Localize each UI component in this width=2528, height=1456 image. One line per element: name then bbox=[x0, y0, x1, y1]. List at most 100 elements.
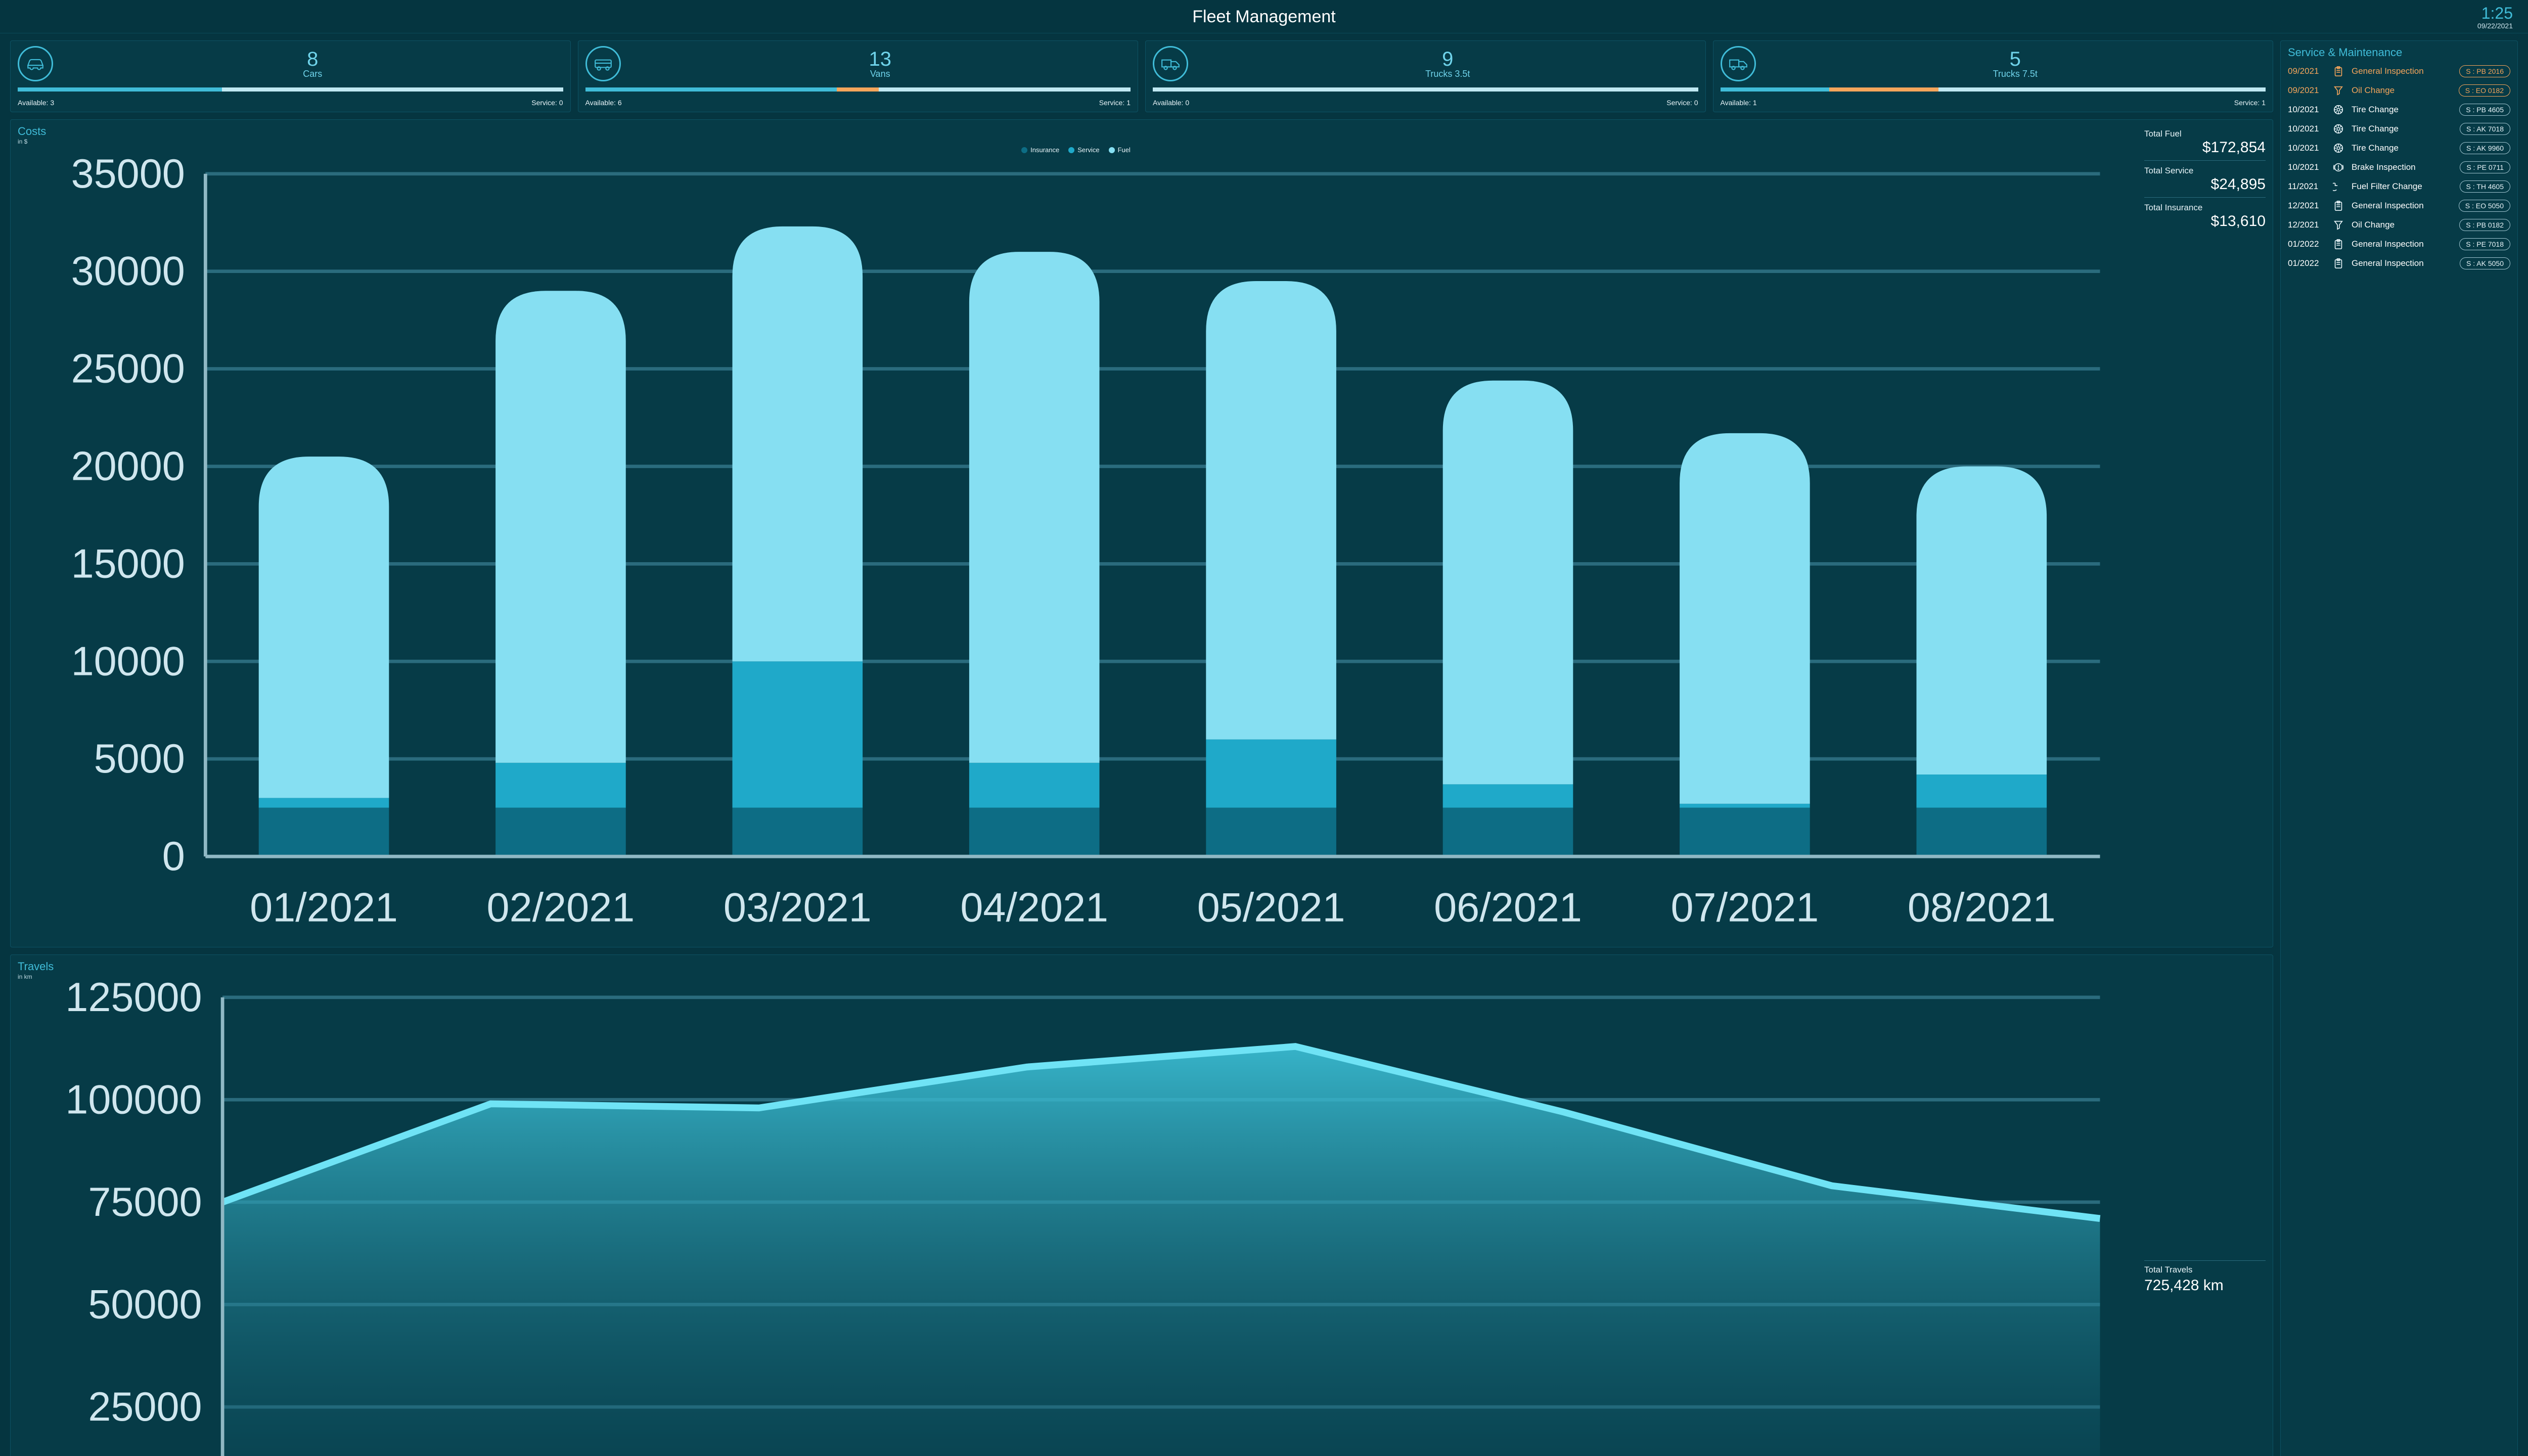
service-row[interactable]: 09/2021 Oil Change S : EO 0182 bbox=[2288, 84, 2510, 97]
travels-subtitle: in km bbox=[18, 973, 2134, 980]
service-label: Brake Inspection bbox=[2352, 162, 2453, 172]
fleet-service: Service: 1 bbox=[1099, 99, 1131, 107]
costs-title: Costs bbox=[18, 125, 2134, 138]
service-row[interactable]: 10/2021 Tire Change S : AK 9960 bbox=[2288, 142, 2510, 154]
svg-text:04/2021: 04/2021 bbox=[960, 885, 1108, 930]
header: Fleet Management 1:25 09/22/2021 bbox=[0, 0, 2528, 33]
service-label: General Inspection bbox=[2352, 66, 2452, 76]
fleet-card-vans[interactable]: 13 Vans Available: 6 Service: 1 bbox=[578, 40, 1139, 112]
clipboard-icon bbox=[2332, 257, 2344, 269]
service-row[interactable]: 12/2021 General Inspection S : EO 5050 bbox=[2288, 200, 2510, 212]
fleet-card-trucks-3-5t[interactable]: 9 Trucks 3.5t Available: 0 Service: 0 bbox=[1145, 40, 1706, 112]
service-row[interactable]: 01/2022 General Inspection S : AK 5050 bbox=[2288, 257, 2510, 269]
service-vehicle-tag: S : PE 7018 bbox=[2459, 238, 2510, 250]
car-icon bbox=[18, 46, 53, 81]
service-label: Tire Change bbox=[2352, 105, 2452, 115]
total-travels-value: 725,428 km bbox=[2144, 1277, 2266, 1294]
service-label: General Inspection bbox=[2352, 258, 2453, 268]
funnel-icon bbox=[2332, 84, 2344, 97]
service-list[interactable]: 09/2021 General Inspection S : PB 2016 0… bbox=[2288, 65, 2510, 269]
service-row[interactable]: 11/2021 Fuel Filter Change S : TH 4605 bbox=[2288, 180, 2510, 193]
service-maintenance-panel: Service & Maintenance 09/2021 General In… bbox=[2280, 40, 2518, 1456]
fleet-count: 8 bbox=[307, 48, 318, 71]
service-row[interactable]: 10/2021 Brake Inspection S : PE 0711 bbox=[2288, 161, 2510, 173]
clipboard-icon bbox=[2332, 65, 2344, 77]
fleet-count: 13 bbox=[869, 48, 892, 71]
clipboard-icon bbox=[2332, 238, 2344, 250]
total-travels-label: Total Travels bbox=[2144, 1260, 2266, 1275]
svg-text:75000: 75000 bbox=[88, 1179, 202, 1225]
service-label: Tire Change bbox=[2352, 143, 2453, 153]
fleet-available: Available: 3 bbox=[18, 99, 54, 107]
service-row[interactable]: 10/2021 Tire Change S : AK 7018 bbox=[2288, 123, 2510, 135]
service-row[interactable]: 12/2021 Oil Change S : PB 0182 bbox=[2288, 219, 2510, 231]
fleet-available: Available: 0 bbox=[1153, 99, 1189, 107]
fleet-usage-bar bbox=[1153, 87, 1698, 92]
svg-text:20000: 20000 bbox=[71, 443, 185, 489]
filter-icon bbox=[2332, 180, 2344, 193]
total-insurance-label: Total Insurance bbox=[2144, 203, 2266, 213]
svg-text:25000: 25000 bbox=[71, 346, 185, 392]
service-row[interactable]: 10/2021 Tire Change S : PB 4605 bbox=[2288, 104, 2510, 116]
travels-title: Travels bbox=[18, 960, 2134, 973]
travels-area-chart: 025000500007500010000012500001/202102/20… bbox=[18, 980, 2134, 1456]
fleet-card-cars[interactable]: 8 Cars Available: 3 Service: 0 bbox=[10, 40, 571, 112]
funnel-icon bbox=[2332, 219, 2344, 231]
travels-total: Total Travels 725,428 km bbox=[2144, 960, 2266, 1456]
page-title: Fleet Management bbox=[1192, 7, 1336, 27]
total-service-value: $24,895 bbox=[2144, 176, 2266, 193]
legend-fuel: Fuel bbox=[1118, 146, 1131, 154]
fleet-label: Trucks 3.5t bbox=[1425, 69, 1470, 79]
costs-totals: Total Fuel $172,854 Total Service $24,89… bbox=[2144, 125, 2266, 942]
service-row[interactable]: 09/2021 General Inspection S : PB 2016 bbox=[2288, 65, 2510, 77]
service-date: 11/2021 bbox=[2288, 181, 2325, 192]
service-label: Oil Change bbox=[2352, 220, 2452, 230]
fleet-usage-bar bbox=[1721, 87, 2266, 92]
fleet-label: Trucks 7.5t bbox=[1993, 69, 2038, 79]
svg-text:15000: 15000 bbox=[71, 541, 185, 586]
service-date: 09/2021 bbox=[2288, 66, 2325, 76]
total-fuel-label: Total Fuel bbox=[2144, 129, 2266, 139]
costs-bar-chart: 0500010000150002000025000300003500001/20… bbox=[18, 157, 2134, 942]
svg-text:35000: 35000 bbox=[71, 157, 185, 197]
svg-text:07/2021: 07/2021 bbox=[1671, 885, 1819, 930]
clock: 1:25 09/22/2021 bbox=[2477, 4, 2513, 30]
legend-insurance: Insurance bbox=[1030, 146, 1059, 154]
fleet-card-trucks-7-5t[interactable]: 5 Trucks 7.5t Available: 1 Service: 1 bbox=[1713, 40, 2274, 112]
service-vehicle-tag: S : PE 0711 bbox=[2460, 161, 2510, 173]
svg-text:06/2021: 06/2021 bbox=[1434, 885, 1582, 930]
brake-icon bbox=[2332, 161, 2344, 173]
legend-service: Service bbox=[1077, 146, 1099, 154]
service-vehicle-tag: S : AK 5050 bbox=[2460, 257, 2510, 269]
service-date: 09/2021 bbox=[2288, 85, 2325, 96]
fleet-available: Available: 6 bbox=[585, 99, 622, 107]
service-label: Tire Change bbox=[2352, 124, 2453, 134]
clock-date: 09/22/2021 bbox=[2477, 22, 2513, 30]
fleet-count: 5 bbox=[2010, 48, 2021, 71]
service-date: 10/2021 bbox=[2288, 124, 2325, 134]
svg-text:50000: 50000 bbox=[88, 1282, 202, 1327]
costs-subtitle: in $ bbox=[18, 138, 2134, 145]
svg-text:125000: 125000 bbox=[65, 980, 202, 1020]
svg-text:01/2021: 01/2021 bbox=[250, 885, 398, 930]
costs-legend: Insurance Service Fuel bbox=[18, 146, 2134, 154]
service-row[interactable]: 01/2022 General Inspection S : PE 7018 bbox=[2288, 238, 2510, 250]
service-title: Service & Maintenance bbox=[2288, 46, 2510, 59]
tire-icon bbox=[2332, 142, 2344, 154]
service-label: Fuel Filter Change bbox=[2352, 181, 2453, 192]
svg-text:5000: 5000 bbox=[94, 736, 185, 782]
truck-icon bbox=[1721, 46, 1756, 81]
total-insurance-value: $13,610 bbox=[2144, 213, 2266, 230]
service-date: 10/2021 bbox=[2288, 143, 2325, 153]
service-vehicle-tag: S : AK 9960 bbox=[2460, 142, 2510, 154]
service-date: 01/2022 bbox=[2288, 258, 2325, 268]
total-fuel-value: $172,854 bbox=[2144, 139, 2266, 156]
fleet-usage-bar bbox=[18, 87, 563, 92]
svg-text:25000: 25000 bbox=[88, 1384, 202, 1430]
service-vehicle-tag: S : PB 2016 bbox=[2459, 65, 2510, 77]
fleet-available: Available: 1 bbox=[1721, 99, 1757, 107]
service-date: 12/2021 bbox=[2288, 220, 2325, 230]
svg-text:05/2021: 05/2021 bbox=[1197, 885, 1345, 930]
fleet-usage-bar bbox=[585, 87, 1131, 92]
service-date: 10/2021 bbox=[2288, 105, 2325, 115]
